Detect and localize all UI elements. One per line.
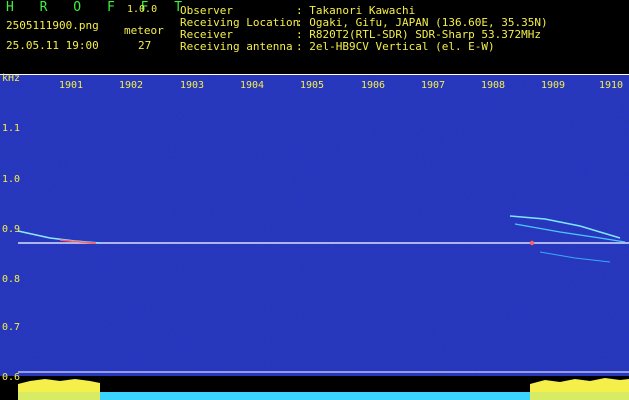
app-version: 1.0.0 <box>127 4 158 15</box>
x-tick-label: 1910 <box>599 80 624 91</box>
info-label-antenna: Receiving antenna <box>180 40 293 53</box>
meteor-head <box>529 240 535 246</box>
y-tick-label: 1.1 <box>2 123 21 134</box>
x-tick-label: 1902 <box>119 80 144 91</box>
y-tick-label: 1.0 <box>2 174 21 185</box>
x-tick-label: 1904 <box>240 80 265 91</box>
datetime: 25.05.11 19:00 <box>6 39 99 52</box>
y-tick-label: 0.6 <box>2 372 21 383</box>
app-name: H R O F F T <box>6 0 192 15</box>
spectrogram-noise <box>0 74 629 400</box>
x-tick-label: 1905 <box>300 80 325 91</box>
y-tick-label: 0.7 <box>2 322 21 333</box>
x-tick-label: 1903 <box>180 80 205 91</box>
x-tick-label: 1907 <box>421 80 446 91</box>
y-tick-label: 0.9 <box>2 224 21 235</box>
spectrogram-plot <box>0 74 629 400</box>
x-tick-label: 1909 <box>541 80 566 91</box>
meteor-label: meteor <box>124 24 164 37</box>
x-tick-label: 1901 <box>59 80 84 91</box>
meteor-count: 27 <box>138 39 152 52</box>
x-tick-label: 1906 <box>361 80 386 91</box>
header-panel: H R O F F T 1.0.0 2505111900.png 25.05.1… <box>0 0 629 74</box>
y-axis-unit: kHz <box>2 73 21 84</box>
file-name: 2505111900.png <box>6 19 99 32</box>
x-tick-label: 1908 <box>481 80 506 91</box>
y-tick-label: 0.8 <box>2 274 21 285</box>
info-value-antenna: : 2el-HB9CV Vertical (el. E-W) <box>296 40 495 53</box>
